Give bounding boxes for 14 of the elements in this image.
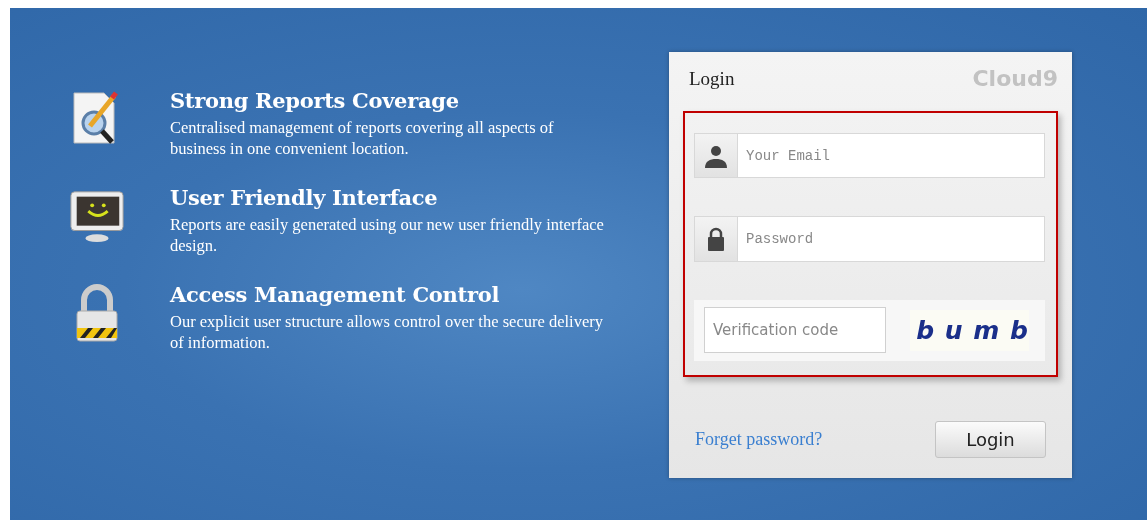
padlock-icon: [707, 227, 725, 252]
feature-title: Access Management Control: [170, 282, 501, 307]
email-field[interactable]: Your Email: [738, 133, 1045, 179]
login-button[interactable]: Login: [935, 421, 1046, 458]
captcha-image: b u m b: [910, 309, 1029, 351]
feature-title: User Friendly Interface: [170, 185, 439, 210]
password-field[interactable]: Password: [738, 216, 1045, 262]
person-icon: [704, 143, 728, 168]
feature-description: Centralised management of reports covering all aspects of business in one convenient location.: [170, 117, 555, 159]
verification-field[interactable]: Verification code: [704, 307, 886, 354]
login-title: Login: [689, 67, 735, 90]
feature-description: Reports are easily generated using our new user friendly interface design.: [170, 214, 605, 256]
feature-title: Strong Reports Coverage: [170, 88, 460, 113]
feature-description: Our explicit user structure allows control over the secure delivery of information.: [170, 311, 604, 353]
